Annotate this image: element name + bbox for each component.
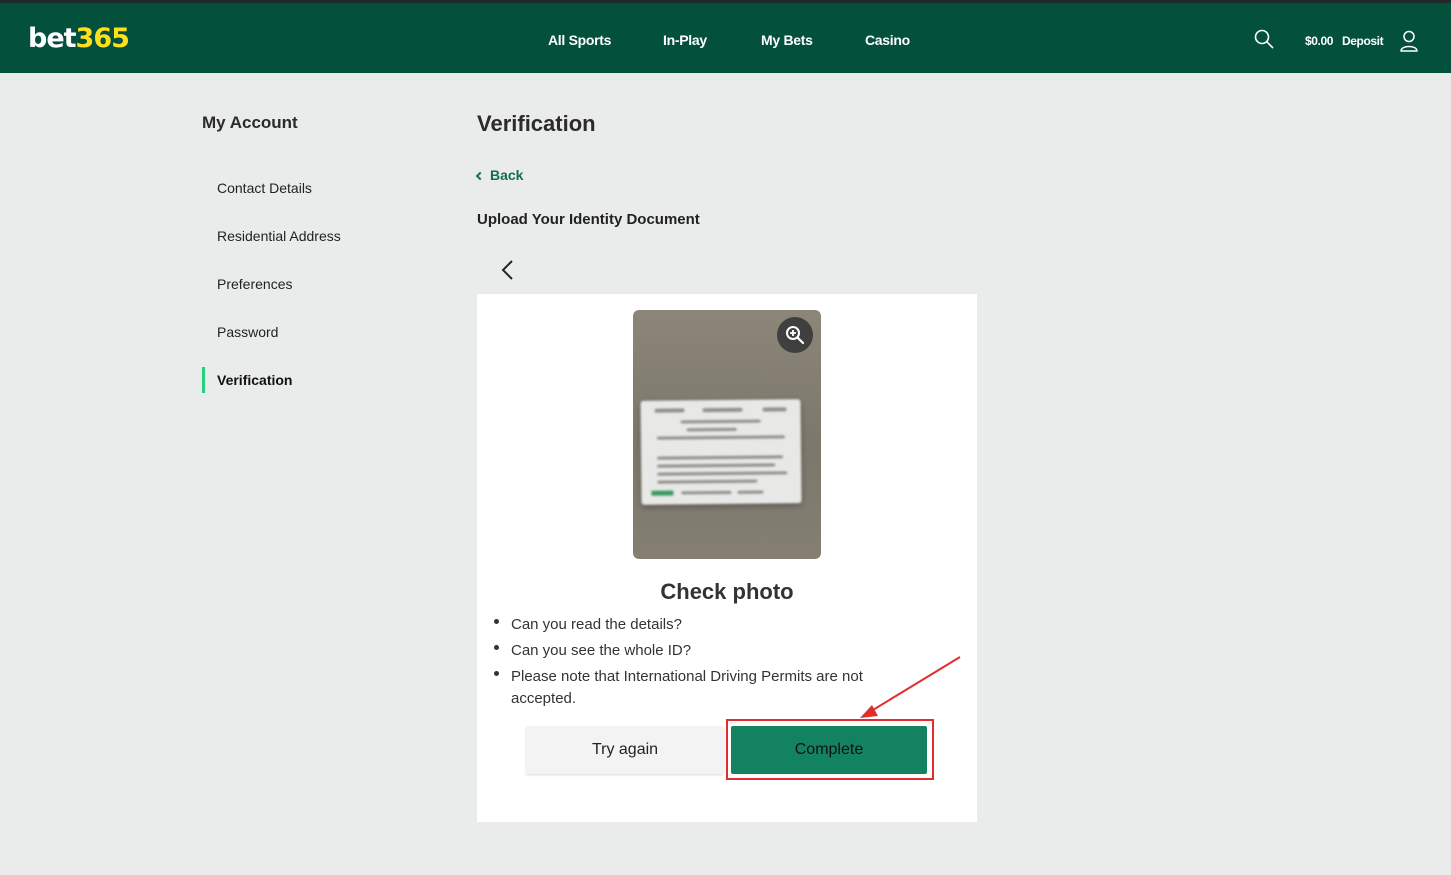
nav-casino[interactable]: Casino: [865, 28, 910, 52]
back-link[interactable]: Back: [475, 166, 524, 184]
checklist-item: Can you see the whole ID?: [491, 640, 911, 662]
upload-title: Upload Your Identity Document: [477, 211, 700, 228]
user-icon[interactable]: [1399, 30, 1419, 52]
checklist: Can you read the details? Can you see th…: [491, 614, 911, 714]
balance-amount[interactable]: $0.00: [1305, 32, 1333, 50]
zoom-in-icon: [786, 326, 805, 345]
annotation-arrow-icon: [860, 656, 961, 718]
id-photo-preview: [633, 310, 821, 559]
main-nav: All Sports In-Play My Bets Casino: [0, 28, 1451, 52]
try-again-button[interactable]: Try again: [526, 726, 724, 774]
id-document-image: [640, 399, 802, 505]
nav-all-sports[interactable]: All Sports: [548, 28, 611, 52]
sidebar-item-residential-address[interactable]: Residential Address: [217, 226, 341, 246]
search-icon[interactable]: [1254, 29, 1274, 49]
annotation-highlight-box: [726, 719, 934, 780]
sidebar-item-preferences[interactable]: Preferences: [217, 274, 292, 294]
deposit-link[interactable]: Deposit: [1342, 32, 1384, 50]
active-indicator: [202, 367, 205, 393]
checklist-item: Please note that International Driving P…: [491, 666, 911, 710]
sidebar-title: My Account: [202, 113, 298, 132]
checklist-item: Can you read the details?: [491, 614, 911, 636]
top-header: bet365 All Sports In-Play My Bets Casino…: [0, 0, 1451, 73]
sidebar-item-contact-details[interactable]: Contact Details: [217, 178, 312, 198]
nav-my-bets[interactable]: My Bets: [761, 28, 813, 52]
chevron-left-icon: [475, 171, 485, 181]
sidebar-item-verification[interactable]: Verification: [217, 370, 292, 390]
back-label: Back: [490, 167, 524, 183]
zoom-button[interactable]: [777, 317, 813, 353]
arrow-back-icon[interactable]: [499, 258, 517, 282]
page-title: Verification: [477, 111, 596, 136]
nav-in-play[interactable]: In-Play: [663, 28, 707, 52]
sidebar-item-password[interactable]: Password: [217, 322, 278, 342]
check-photo-heading: Check photo: [660, 579, 794, 604]
